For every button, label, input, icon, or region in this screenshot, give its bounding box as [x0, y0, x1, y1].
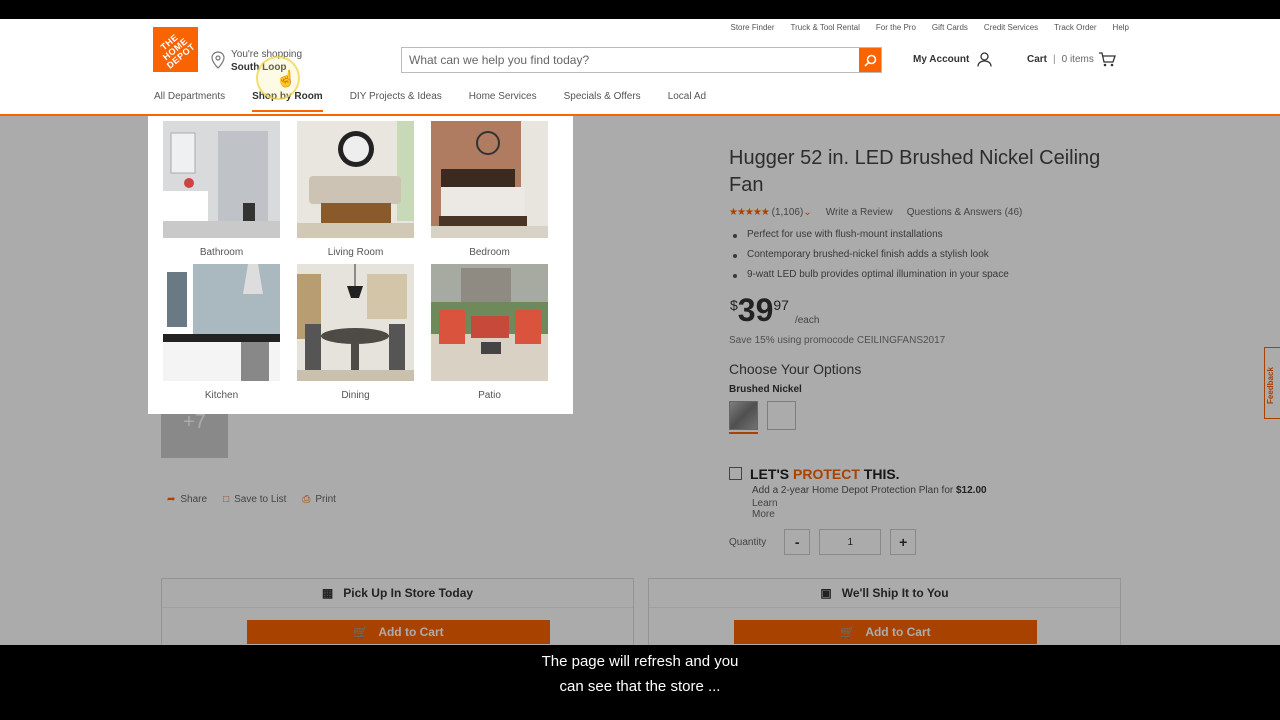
cart-icon [1098, 52, 1116, 67]
browser-page: THE HOME DEPOT You're shopping South Loo… [0, 19, 1280, 645]
location-pin-icon [211, 51, 225, 69]
nav-local-ad[interactable]: Local Ad [668, 91, 706, 112]
search-bar [401, 47, 882, 73]
utility-link[interactable]: For the Pro [876, 23, 916, 32]
utility-link[interactable]: Gift Cards [932, 23, 968, 32]
caption-line: The page will refresh and you [541, 653, 739, 670]
nav-diy-projects[interactable]: DIY Projects & Ideas [350, 91, 442, 112]
room-bathroom[interactable]: Bathroom [163, 121, 280, 258]
room-label: Living Room [327, 247, 384, 258]
room-dining[interactable]: Dining [297, 264, 414, 401]
room-label: Kitchen [204, 390, 239, 401]
utility-link[interactable]: Store Finder [730, 23, 774, 32]
cart-item-count: 0 items [1061, 54, 1094, 65]
nav-specials-offers[interactable]: Specials & Offers [564, 91, 641, 112]
utility-links: Store Finder Truck & Tool Rental For the… [730, 23, 1129, 32]
living-room-image [297, 121, 414, 238]
video-frame: THE HOME DEPOT You're shopping South Loo… [0, 0, 1280, 720]
nav-all-departments[interactable]: All Departments [154, 91, 225, 112]
bedroom-image [431, 121, 548, 238]
hand-cursor-icon: ☝ [276, 71, 296, 88]
room-bedroom[interactable]: Bedroom [431, 121, 548, 258]
home-depot-logo[interactable]: THE HOME DEPOT [153, 27, 198, 72]
room-label: Bathroom [199, 247, 244, 258]
shop-by-room-menu: Bathroom Living Room Bedroom Kitchen Din… [148, 116, 573, 414]
room-label: Dining [341, 390, 370, 401]
room-label: Patio [478, 390, 501, 401]
room-patio[interactable]: Patio [431, 264, 548, 401]
utility-link[interactable]: Credit Services [984, 23, 1038, 32]
dining-image [297, 264, 414, 381]
cart-link[interactable]: Cart | 0 items [1027, 52, 1116, 67]
search-input[interactable] [402, 48, 859, 72]
main-nav: All Departments Shop by Room DIY Project… [154, 91, 706, 112]
search-icon [863, 54, 876, 67]
room-living-room[interactable]: Living Room [297, 121, 414, 258]
room-label: Bedroom [469, 247, 510, 258]
bathroom-image [163, 121, 280, 238]
user-icon [977, 52, 992, 67]
patio-image [431, 264, 548, 381]
utility-link[interactable]: Track Order [1054, 23, 1096, 32]
my-account-link[interactable]: My Account [913, 52, 992, 67]
utility-link[interactable]: Help [1113, 23, 1129, 32]
utility-link[interactable]: Truck & Tool Rental [791, 23, 860, 32]
nav-home-services[interactable]: Home Services [469, 91, 537, 112]
search-button[interactable] [859, 48, 881, 72]
video-caption: The page will refresh and you can see th… [0, 649, 1280, 699]
room-kitchen[interactable]: Kitchen [163, 264, 280, 401]
caption-line: can see that the store ... [559, 678, 721, 695]
kitchen-image [163, 264, 280, 381]
